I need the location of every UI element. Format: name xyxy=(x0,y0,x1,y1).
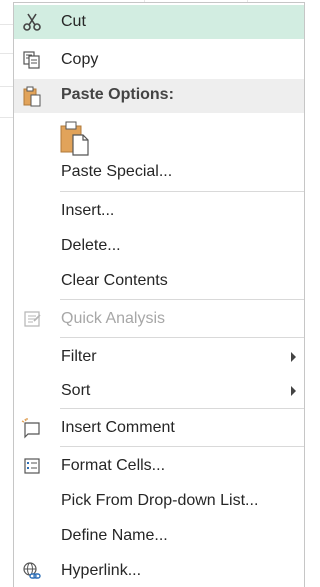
menu-item-format-cells[interactable]: Format Cells... xyxy=(14,449,304,483)
menu-item-label: Hyperlink... xyxy=(61,562,142,579)
menu-item-insert[interactable]: Insert... xyxy=(14,194,304,228)
menu-item-clear-contents[interactable]: Clear Contents xyxy=(14,264,304,298)
grid-line xyxy=(0,117,14,118)
menu-item-label: Copy xyxy=(61,51,99,68)
menu-item-label: Clear Contents xyxy=(61,272,168,289)
menu-separator xyxy=(60,299,304,300)
menu-item-insert-comment[interactable]: Insert Comment xyxy=(14,411,304,445)
clipboard-icon xyxy=(19,83,45,109)
grid-line xyxy=(0,53,14,54)
context-menu: Cut Copy Paste Options: Paste Special...… xyxy=(13,2,305,587)
menu-separator xyxy=(60,337,304,338)
comment-icon xyxy=(19,415,45,441)
submenu-arrow-icon xyxy=(291,352,296,362)
menu-item-label: Format Cells... xyxy=(61,457,166,474)
menu-item-hyperlink[interactable]: Hyperlink... xyxy=(14,554,304,587)
paste-button[interactable] xyxy=(58,120,92,156)
menu-item-label: Paste Special... xyxy=(61,163,173,180)
menu-item-cut[interactable]: Cut xyxy=(14,5,304,39)
menu-item-label: Sort xyxy=(61,382,91,399)
grid-line xyxy=(0,86,14,87)
grid-line xyxy=(0,24,14,25)
menu-item-label: Insert Comment xyxy=(61,419,175,436)
paste-options-label: Paste Options: xyxy=(61,86,174,103)
scissors-icon xyxy=(19,9,45,35)
hyperlink-icon xyxy=(19,558,45,584)
menu-item-copy[interactable]: Copy xyxy=(14,43,304,77)
menu-item-define-name[interactable]: Define Name... xyxy=(14,519,304,553)
menu-item-sort[interactable]: Sort xyxy=(14,374,304,408)
clipboard-icon xyxy=(60,121,89,156)
copy-icon xyxy=(19,47,45,73)
menu-item-paste-special[interactable]: Paste Special... xyxy=(14,155,304,189)
menu-item-pick-from-list[interactable]: Pick From Drop-down List... xyxy=(14,484,304,518)
format-cells-icon xyxy=(19,453,45,479)
menu-item-label: Quick Analysis xyxy=(61,310,166,327)
menu-item-label: Cut xyxy=(61,13,86,30)
menu-separator xyxy=(60,191,304,192)
menu-item-label: Insert... xyxy=(61,202,115,219)
quick-analysis-icon xyxy=(19,306,45,332)
submenu-arrow-icon xyxy=(291,386,296,396)
menu-item-delete[interactable]: Delete... xyxy=(14,229,304,263)
menu-item-quick-analysis: Quick Analysis xyxy=(14,302,304,336)
menu-item-filter[interactable]: Filter xyxy=(14,340,304,374)
paste-options-header: Paste Options: xyxy=(14,79,304,113)
menu-item-label: Pick From Drop-down List... xyxy=(61,492,259,509)
menu-separator xyxy=(60,408,304,409)
menu-item-label: Define Name... xyxy=(61,527,168,544)
menu-separator xyxy=(60,446,304,447)
menu-item-label: Filter xyxy=(61,348,97,365)
menu-item-label: Delete... xyxy=(61,237,121,254)
